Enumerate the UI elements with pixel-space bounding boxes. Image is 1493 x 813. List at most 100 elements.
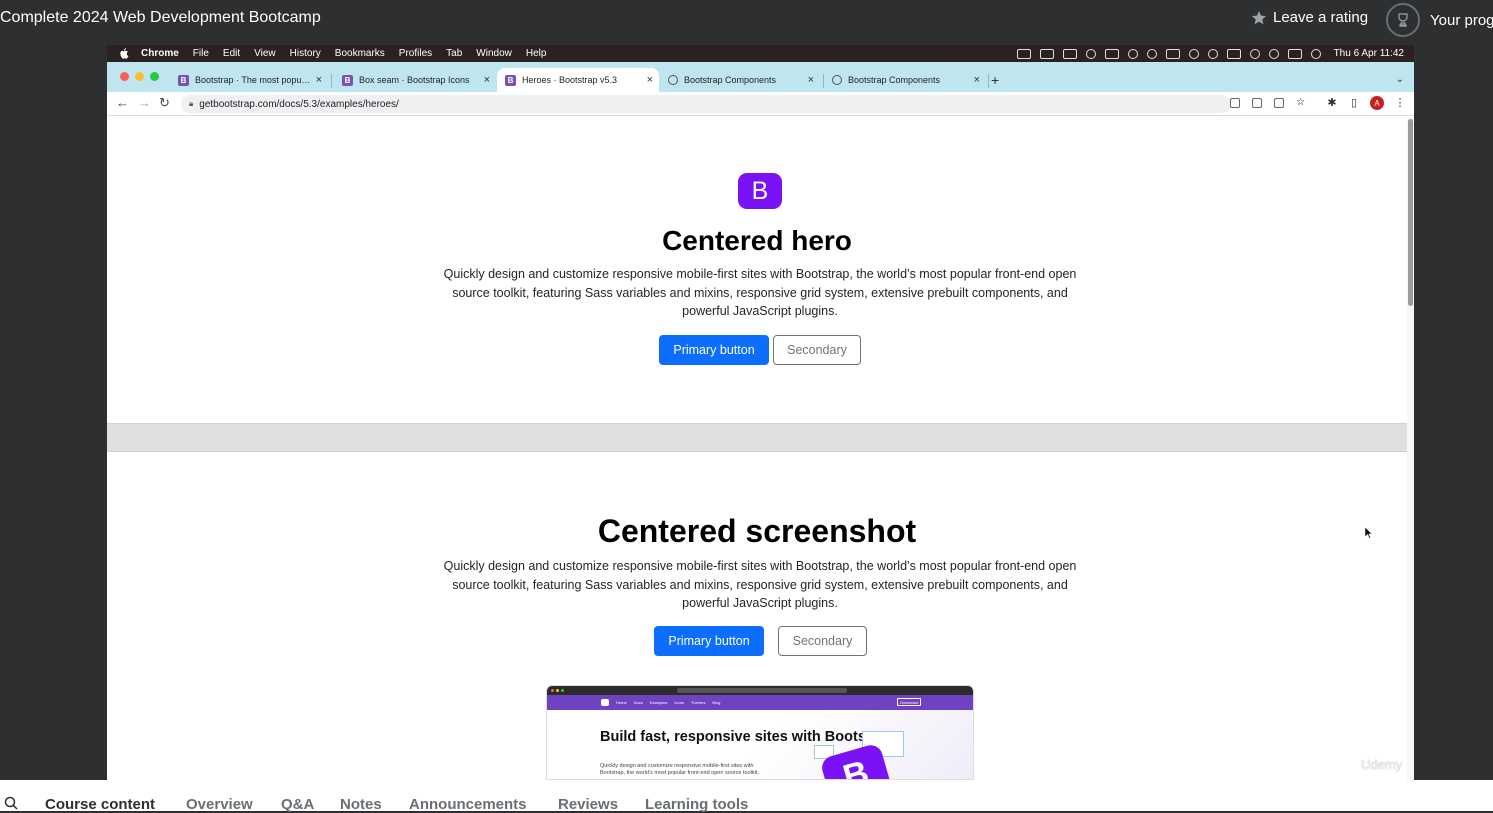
menu-chrome[interactable]: Chrome [141, 48, 179, 59]
udemy-watermark: Udemy [1361, 757, 1403, 772]
new-tab-icon[interactable]: + [991, 73, 999, 87]
search-icon[interactable] [4, 796, 18, 810]
shield-icon[interactable] [1085, 48, 1096, 59]
primary-button[interactable]: Primary button [659, 335, 769, 365]
screenshot-heading: Build fast, responsive sites with Bootst… [600, 729, 894, 745]
reload-icon[interactable]: ↻ [159, 96, 170, 110]
screenshot-subtext: Quickly design and customize responsive … [600, 763, 759, 776]
wifi-icon[interactable] [1249, 48, 1260, 59]
clock-icon[interactable] [1146, 48, 1157, 59]
lock-icon[interactable]: 🔒︎ [189, 99, 193, 109]
mac-status-area: Thu 6 Apr 11:42 [1016, 45, 1404, 62]
close-tab-icon[interactable]: × [808, 74, 814, 86]
kebab-menu-icon[interactable]: ⋮ [1394, 97, 1406, 109]
screenshot-nav-item: Icons [674, 700, 684, 705]
close-tab-icon[interactable]: × [316, 74, 322, 86]
tab-qa[interactable]: Q&A [281, 796, 314, 813]
tab-overview[interactable]: Overview [186, 796, 253, 813]
web-page: B Centered hero Quickly design and custo… [107, 117, 1407, 780]
maximize-window-icon[interactable] [150, 72, 159, 81]
play-icon[interactable] [1207, 48, 1218, 59]
bootstrap-icon: B [505, 74, 516, 86]
menu-edit[interactable]: Edit [223, 48, 240, 59]
menu-window[interactable]: Window [476, 48, 512, 59]
scrollbar-thumb[interactable] [1408, 119, 1413, 306]
menu-view[interactable]: View [254, 48, 276, 59]
tab-learning-tools[interactable]: Learning tools [645, 796, 748, 813]
browser-tab[interactable]: Bootstrap Components × [824, 68, 986, 92]
window-icon[interactable] [1062, 48, 1077, 59]
mouse-cursor-icon [1365, 527, 1373, 539]
secondary-button[interactable]: Secondary [773, 335, 861, 365]
share-icon[interactable] [1274, 98, 1284, 108]
screenshot-section-title: Centered screenshot [597, 513, 917, 549]
menu-history[interactable]: History [290, 48, 321, 59]
tab-announcements[interactable]: Announcements [409, 796, 527, 813]
menu-file[interactable]: File [193, 48, 209, 59]
tab-course-content[interactable]: Course content [45, 796, 155, 813]
browser-tab[interactable]: B Bootstrap · The most popular H × [170, 68, 328, 92]
menubar-clock[interactable]: Thu 6 Apr 11:42 [1334, 48, 1404, 59]
extensions-puzzle-icon[interactable]: ✱ [1326, 97, 1338, 109]
screenshot-nav-item: Themes [690, 700, 706, 705]
chrome-actions: ✱ ▯ A ⋮ [1326, 96, 1406, 110]
browser-tab-active[interactable]: B Heroes · Bootstrap v5.3 × [497, 68, 659, 92]
tab-notes[interactable]: Notes [340, 796, 382, 813]
side-panel-icon[interactable]: ▯ [1348, 97, 1360, 109]
elephant-icon[interactable] [1127, 48, 1138, 59]
notification-icon[interactable] [1039, 48, 1054, 59]
profile-avatar[interactable]: A [1370, 96, 1384, 110]
spotlight-icon[interactable] [1268, 48, 1279, 59]
menu-profiles[interactable]: Profiles [399, 48, 432, 59]
zoom-icon[interactable] [1252, 98, 1262, 108]
display-icon[interactable] [1104, 48, 1119, 59]
screenshot-nav-item: Blog [712, 700, 721, 705]
course-title[interactable]: Complete 2024 Web Development Bootcamp [0, 9, 321, 27]
install-icon[interactable] [1230, 98, 1240, 108]
forward-arrow-icon[interactable]: → [138, 96, 151, 110]
minimize-window-icon[interactable] [135, 72, 144, 81]
battery-icon[interactable] [1226, 48, 1241, 59]
secondary-button[interactable]: Secondary [778, 626, 867, 656]
progress-label: Your progr [1430, 11, 1493, 29]
close-tab-icon[interactable]: × [974, 74, 980, 86]
centered-hero-section: B Centered hero Quickly design and custo… [107, 117, 1407, 423]
screenshot-section-description: Quickly design and customize responsive … [443, 559, 1077, 610]
menu-tab[interactable]: Tab [446, 48, 462, 59]
page-scrollbar[interactable] [1407, 117, 1414, 780]
back-arrow-icon[interactable]: ← [116, 96, 129, 110]
close-tab-icon[interactable]: × [647, 74, 653, 86]
tab-search-chevron-icon[interactable]: ⌄ [1396, 74, 1404, 85]
omnibox-actions: ☆ [1230, 98, 1306, 108]
lecture-video[interactable]: Chrome File Edit View History Bookmarks … [107, 45, 1414, 780]
globe-icon [832, 75, 842, 85]
control-center-icon[interactable] [1287, 48, 1302, 59]
siri-icon[interactable] [1310, 48, 1321, 59]
progress-button[interactable]: Your progr [1386, 3, 1493, 37]
address-bar[interactable]: 🔒︎ getbootstrap.com/docs/5.3/examples/he… [181, 95, 1231, 113]
screenshot-nav-item: Examples [649, 700, 668, 705]
primary-button[interactable]: Primary button [654, 626, 764, 656]
apple-icon[interactable] [119, 48, 131, 60]
camera-icon[interactable] [1016, 48, 1031, 59]
tab-title: Box seam · Bootstrap Icons [359, 75, 470, 85]
leave-rating-label: Leave a rating [1273, 9, 1369, 26]
close-window-icon[interactable] [120, 72, 129, 81]
screenshot-navbar: Home Docs Examples Icons Themes Blog Dow… [547, 695, 973, 710]
hero-description: Quickly design and customize responsive … [443, 267, 1077, 318]
browser-tab[interactable]: B Box seam · Bootstrap Icons × [334, 68, 496, 92]
browser-tab[interactable]: Bootstrap Components × [660, 68, 820, 92]
menu-help[interactable]: Help [526, 48, 547, 59]
hero-title: Centered hero [662, 225, 852, 256]
leave-rating-button[interactable]: Leave a rating [1251, 9, 1368, 26]
keyboard-icon[interactable] [1165, 48, 1180, 59]
close-tab-icon[interactable]: × [484, 74, 490, 86]
tab-title: Bootstrap · The most popular H [195, 75, 312, 85]
bookmark-star-icon[interactable]: ☆ [1296, 98, 1306, 108]
tab-reviews[interactable]: Reviews [558, 796, 618, 813]
bootstrap-icon: B [178, 74, 189, 86]
menu-bookmarks[interactable]: Bookmarks [335, 48, 385, 59]
window-controls [120, 72, 159, 81]
headphones-icon[interactable] [1188, 48, 1199, 59]
star-icon [1251, 10, 1267, 24]
